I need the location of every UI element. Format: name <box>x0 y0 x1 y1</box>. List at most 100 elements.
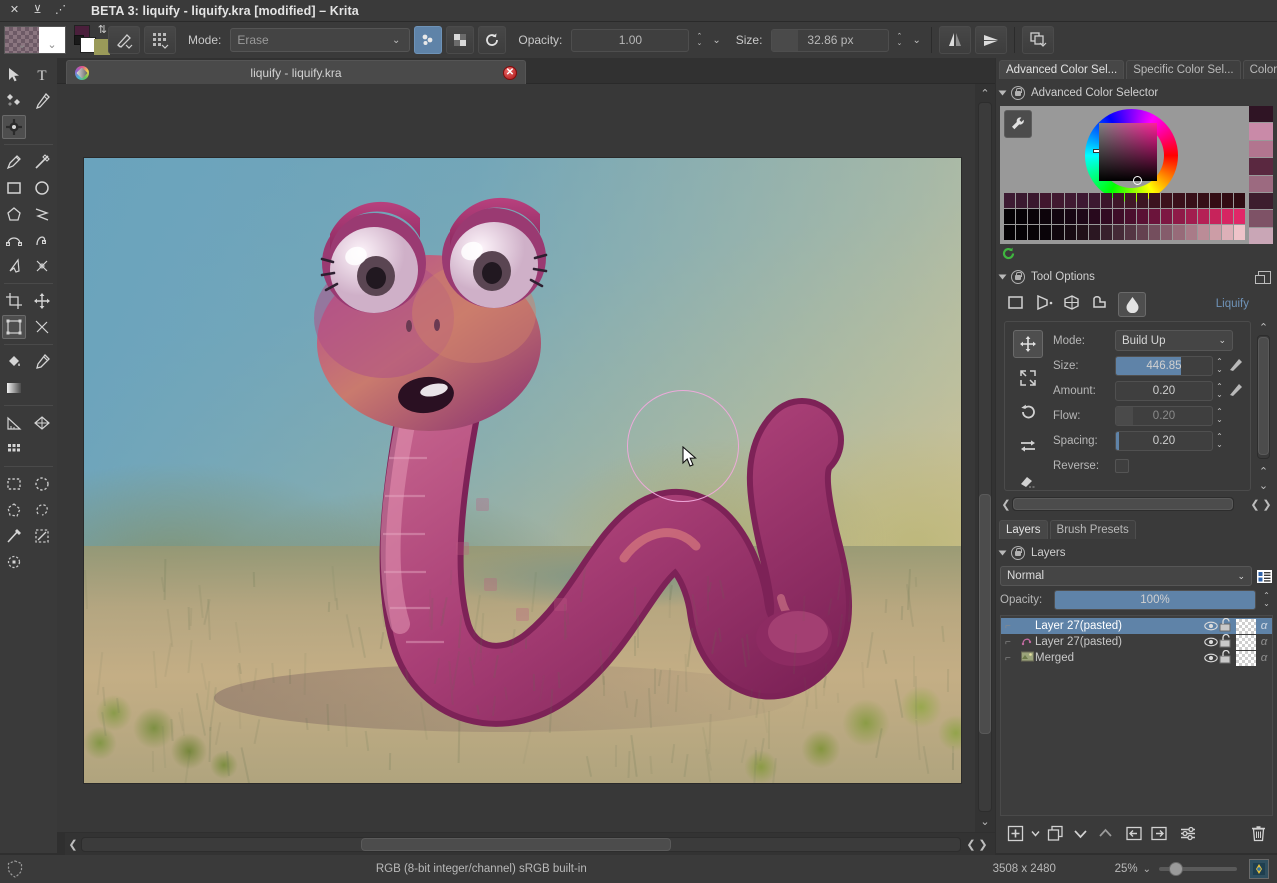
saturation-value-square[interactable] <box>1099 123 1157 181</box>
palette-swatch-2-18[interactable] <box>1222 225 1233 240</box>
palette-swatch-2-10[interactable] <box>1125 225 1136 240</box>
layer-visibility-toggle-1[interactable] <box>1204 637 1218 647</box>
palette-swatch-2-11[interactable] <box>1137 225 1148 240</box>
size-field[interactable]: 32.86 px <box>771 29 889 52</box>
add-layer-dropdown[interactable] <box>1029 822 1041 844</box>
layer-right-button[interactable] <box>1148 822 1170 844</box>
palette-swatch-2-17[interactable] <box>1210 225 1221 240</box>
liquify-spacing-field[interactable]: 0.20 <box>1115 431 1213 451</box>
tool-options-scroll-right[interactable]: ❯ <box>1261 497 1273 511</box>
artboard[interactable] <box>84 158 961 783</box>
palette-swatch-0-13[interactable] <box>1161 193 1172 208</box>
palette-swatch-0-0[interactable] <box>1004 193 1015 208</box>
scroll-up-arrow[interactable]: ⌃ <box>978 86 992 100</box>
assistant-tool[interactable] <box>2 411 26 435</box>
history-swatch-3[interactable] <box>1249 158 1273 174</box>
tool-options-horizontal-scrollbar[interactable]: ❮ ❮ ❯ <box>1000 495 1273 513</box>
palette-swatch-1-5[interactable] <box>1065 209 1076 224</box>
size-dropdown-icon[interactable]: ⌄ <box>909 35 923 46</box>
tab-specific-color-selector[interactable]: Specific Color Sel... <box>1126 60 1240 79</box>
tab-advanced-color-selector[interactable]: Advanced Color Sel... <box>999 60 1124 79</box>
rectangle-tool[interactable] <box>2 176 26 200</box>
palette-swatch-0-12[interactable] <box>1149 193 1160 208</box>
workspace-chooser-button[interactable] <box>1022 26 1054 54</box>
liquify-flow-spinner[interactable]: ⌃⌄ <box>1213 408 1226 424</box>
liquify-move-button[interactable] <box>1013 330 1043 358</box>
warp-transform-button[interactable] <box>1062 293 1081 315</box>
vertical-scroll-thumb[interactable] <box>979 494 991 734</box>
fill-tool[interactable] <box>2 350 26 374</box>
palette-swatch-0-14[interactable] <box>1173 193 1184 208</box>
history-swatch-2[interactable] <box>1249 141 1273 157</box>
palette-swatch-1-0[interactable] <box>1004 209 1015 224</box>
collapse-triangle-icon[interactable] <box>999 91 1007 96</box>
layer-alpha-toggle-1[interactable]: α <box>1256 636 1272 648</box>
layer-row-1[interactable]: ⌐ Layer 27(pasted) α <box>1001 634 1272 650</box>
palette-swatch-2-19[interactable] <box>1234 225 1245 240</box>
palette-swatch-0-2[interactable] <box>1028 193 1039 208</box>
color-history-strip[interactable] <box>1249 106 1273 244</box>
palette-swatch-0-11[interactable] <box>1137 193 1148 208</box>
palette-swatch-0-9[interactable] <box>1113 193 1124 208</box>
tool-options-scroll-up-2[interactable]: ⌃ <box>1256 465 1271 477</box>
liquify-size-spinner[interactable]: ⌃⌄ <box>1213 358 1226 374</box>
horizontal-scroll-thumb[interactable] <box>361 838 671 851</box>
size-spinner[interactable]: ⌃⌄ <box>893 33 905 47</box>
lock-docker-icon[interactable] <box>1011 86 1025 100</box>
liquify-scale-button[interactable] <box>1013 364 1043 392</box>
layer-lock-toggle-1[interactable] <box>1218 634 1236 651</box>
shape-select-tool[interactable] <box>2 63 26 87</box>
window-minimize-button[interactable]: ⊻ <box>31 4 44 17</box>
liquify-amount-pressure-button[interactable] <box>1228 381 1244 400</box>
layer-lock-toggle-2[interactable] <box>1218 650 1236 667</box>
brush-preset-button[interactable] <box>108 26 140 54</box>
palette-swatch-1-10[interactable] <box>1125 209 1136 224</box>
palette-swatch-0-3[interactable] <box>1040 193 1051 208</box>
palette-swatch-0-7[interactable] <box>1089 193 1100 208</box>
transform-tool[interactable] <box>2 315 26 339</box>
palette-swatch-1-2[interactable] <box>1028 209 1039 224</box>
history-swatch-6[interactable] <box>1249 210 1273 226</box>
rectangular-select-tool[interactable] <box>2 472 26 496</box>
collapse-triangle-icon-2[interactable] <box>999 275 1007 280</box>
gradient-tool[interactable] <box>2 376 26 400</box>
layer-row-0[interactable]: ⌐ Layer 27(pasted) α <box>1001 618 1272 634</box>
layer-alpha-toggle-2[interactable]: α <box>1256 652 1272 664</box>
layer-visibility-toggle-0[interactable] <box>1204 621 1218 631</box>
bezier-select-tool[interactable] <box>2 550 26 574</box>
liquify-spacing-spinner[interactable]: ⌃⌄ <box>1213 433 1226 449</box>
freehand-brush-tool[interactable] <box>2 150 26 174</box>
palette-swatch-1-14[interactable] <box>1173 209 1184 224</box>
layer-properties-button[interactable] <box>1256 568 1273 585</box>
lock-layers-icon[interactable] <box>1011 546 1025 560</box>
palette-swatch-1-6[interactable] <box>1077 209 1088 224</box>
canvas-area[interactable] <box>57 84 995 832</box>
palette-swatch-1-18[interactable] <box>1222 209 1233 224</box>
refresh-colors-button[interactable] <box>1001 246 1016 261</box>
palette-swatch-1-8[interactable] <box>1101 209 1112 224</box>
scroll-right-arrow-1[interactable]: ❮ <box>965 837 977 851</box>
layer-visibility-toggle-2[interactable] <box>1204 653 1218 663</box>
tool-options-scroll-down[interactable]: ⌄ <box>1256 479 1271 491</box>
palette-swatch-1-17[interactable] <box>1210 209 1221 224</box>
palette-swatch-1-11[interactable] <box>1137 209 1148 224</box>
zoom-slider[interactable] <box>1159 867 1237 871</box>
palette-swatch-2-15[interactable] <box>1186 225 1197 240</box>
recent-colors-palette[interactable] <box>1004 193 1245 240</box>
palette-swatch-2-8[interactable] <box>1101 225 1112 240</box>
similar-color-select-tool[interactable] <box>30 524 54 548</box>
palette-swatch-0-10[interactable] <box>1125 193 1136 208</box>
foreground-background-colors[interactable]: ⇅ <box>74 25 104 55</box>
lock-tool-options-icon[interactable] <box>1011 270 1025 284</box>
history-swatch-0[interactable] <box>1249 106 1273 122</box>
history-swatch-5[interactable] <box>1249 193 1273 209</box>
layer-opacity-spinner[interactable]: ⌃⌄ <box>1260 592 1273 608</box>
history-swatch-4[interactable] <box>1249 176 1273 192</box>
tool-options-scroll-thumb[interactable] <box>1258 337 1269 455</box>
layer-alpha-toggle-0[interactable]: α <box>1256 620 1272 632</box>
gradient-swatch[interactable] <box>5 27 39 53</box>
reload-preset-button[interactable] <box>478 26 506 54</box>
layer-left-button[interactable] <box>1123 822 1145 844</box>
palette-swatch-1-19[interactable] <box>1234 209 1245 224</box>
delete-layer-button[interactable] <box>1247 822 1269 844</box>
